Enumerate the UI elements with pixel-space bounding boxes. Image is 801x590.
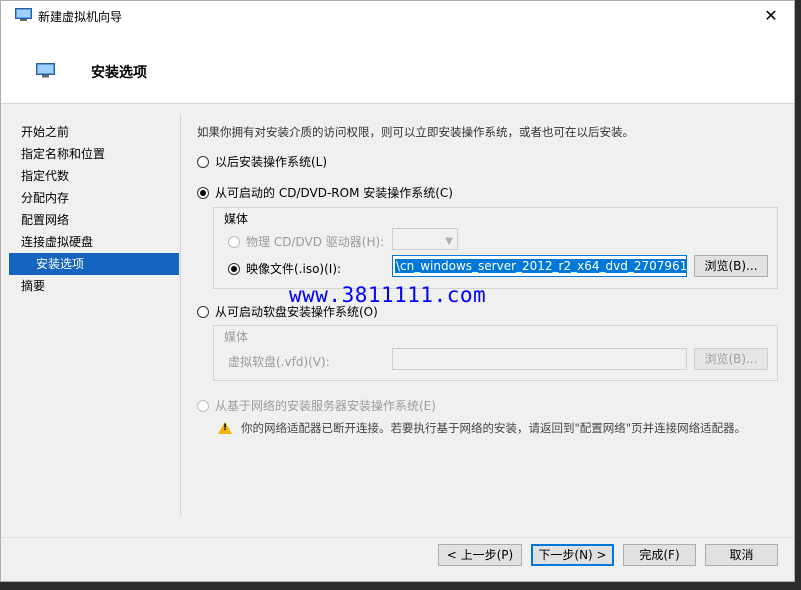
- physical-drive-combo[interactable]: ▼: [392, 228, 458, 250]
- option-cd-dvd[interactable]: 从可启动的 CD/DVD-ROM 安装操作系统(C): [197, 184, 453, 201]
- finish-button[interactable]: 完成(F): [623, 544, 696, 566]
- cd-browse-button[interactable]: 浏览(B)...: [694, 255, 768, 277]
- nav-item-before-you-begin[interactable]: 开始之前: [9, 121, 179, 143]
- network-warning-text: 你的网络适配器已断开连接。若要执行基于网络的安装，请返回到"配置网络"页并连接网…: [241, 421, 747, 435]
- next-button[interactable]: 下一步(N) >: [531, 544, 614, 566]
- nav-item-generation[interactable]: 指定代数: [9, 165, 179, 187]
- install-options-icon: [36, 63, 55, 78]
- previous-button[interactable]: < 上一步(P): [438, 544, 522, 566]
- nav-divider: [180, 115, 181, 515]
- watermark-text: www.3811111.com: [289, 283, 487, 307]
- cd-dvd-label: 从可启动的 CD/DVD-ROM 安装操作系统(C): [215, 186, 453, 200]
- option-network-install[interactable]: 从基于网络的安装服务器安装操作系统(E): [197, 397, 436, 414]
- radio-image-file[interactable]: [228, 262, 240, 275]
- wizard-nav: 开始之前 指定名称和位置 指定代数 分配内存 配置网络 连接虚拟硬盘 安装选项 …: [9, 121, 179, 297]
- radio-cd-dvd[interactable]: [197, 186, 209, 199]
- floppy-media-group-title: 媒体: [224, 330, 249, 344]
- vfd-path-input[interactable]: [392, 348, 687, 370]
- cancel-button[interactable]: 取消: [705, 544, 778, 566]
- cd-media-group-title: 媒体: [224, 212, 249, 226]
- physical-drive-label: 物理 CD/DVD 驱动器(H):: [246, 235, 385, 249]
- radio-floppy[interactable]: [197, 305, 209, 318]
- image-file-path-value: \cn_windows_server_2012_r2_x64_dvd_27079…: [395, 259, 686, 273]
- window-title: 新建虚拟机向导: [38, 10, 123, 24]
- radio-physical-drive[interactable]: [228, 235, 240, 248]
- nav-item-memory[interactable]: 分配内存: [9, 187, 179, 209]
- nav-item-install-options[interactable]: 安装选项: [9, 253, 179, 275]
- radio-install-later[interactable]: [197, 155, 209, 168]
- floppy-media-group: 媒体 虚拟软盘(.vfd)(V): 浏览(B)...: [213, 325, 778, 381]
- image-file-path-input[interactable]: \cn_windows_server_2012_r2_x64_dvd_27079…: [392, 255, 687, 277]
- chevron-down-icon: ▼: [445, 236, 453, 247]
- wizard-window: 新建虚拟机向导 ✕ 安装选项 开始之前 指定名称和位置 指定代数 分配内存 配置…: [0, 0, 795, 582]
- install-later-label: 以后安装操作系统(L): [215, 155, 328, 169]
- hyperv-vm-icon: [15, 8, 32, 21]
- floppy-browse-button[interactable]: 浏览(B)...: [694, 348, 768, 370]
- nav-item-virtual-disk[interactable]: 连接虚拟硬盘: [9, 231, 179, 253]
- nav-item-summary[interactable]: 摘要: [9, 275, 179, 297]
- close-button[interactable]: ✕: [748, 1, 794, 31]
- vfd-label: 虚拟软盘(.vfd)(V):: [228, 355, 330, 369]
- option-physical-drive[interactable]: 物理 CD/DVD 驱动器(H):: [228, 233, 384, 250]
- image-file-label: 映像文件(.iso)(I):: [246, 262, 342, 276]
- option-image-file[interactable]: 映像文件(.iso)(I):: [228, 260, 341, 277]
- nav-item-networking[interactable]: 配置网络: [9, 209, 179, 231]
- option-install-later[interactable]: 以后安装操作系统(L): [197, 153, 327, 170]
- title-bar: 新建虚拟机向导 ✕: [1, 1, 794, 31]
- nav-item-name-location[interactable]: 指定名称和位置: [9, 143, 179, 165]
- footer-divider: [1, 537, 794, 538]
- cd-media-group: 媒体 物理 CD/DVD 驱动器(H): ▼ 映像文件(.iso)(I): \c…: [213, 207, 778, 289]
- network-install-label: 从基于网络的安装服务器安装操作系统(E): [215, 399, 436, 413]
- page-title: 安装选项: [91, 65, 147, 81]
- radio-network-install[interactable]: [197, 399, 209, 412]
- page-description: 如果你拥有对安装介质的访问权限，则可以立即安装操作系统，或者也可在以后安装。: [197, 125, 634, 139]
- close-icon: ✕: [764, 6, 778, 25]
- page-header: 安装选项: [1, 31, 794, 104]
